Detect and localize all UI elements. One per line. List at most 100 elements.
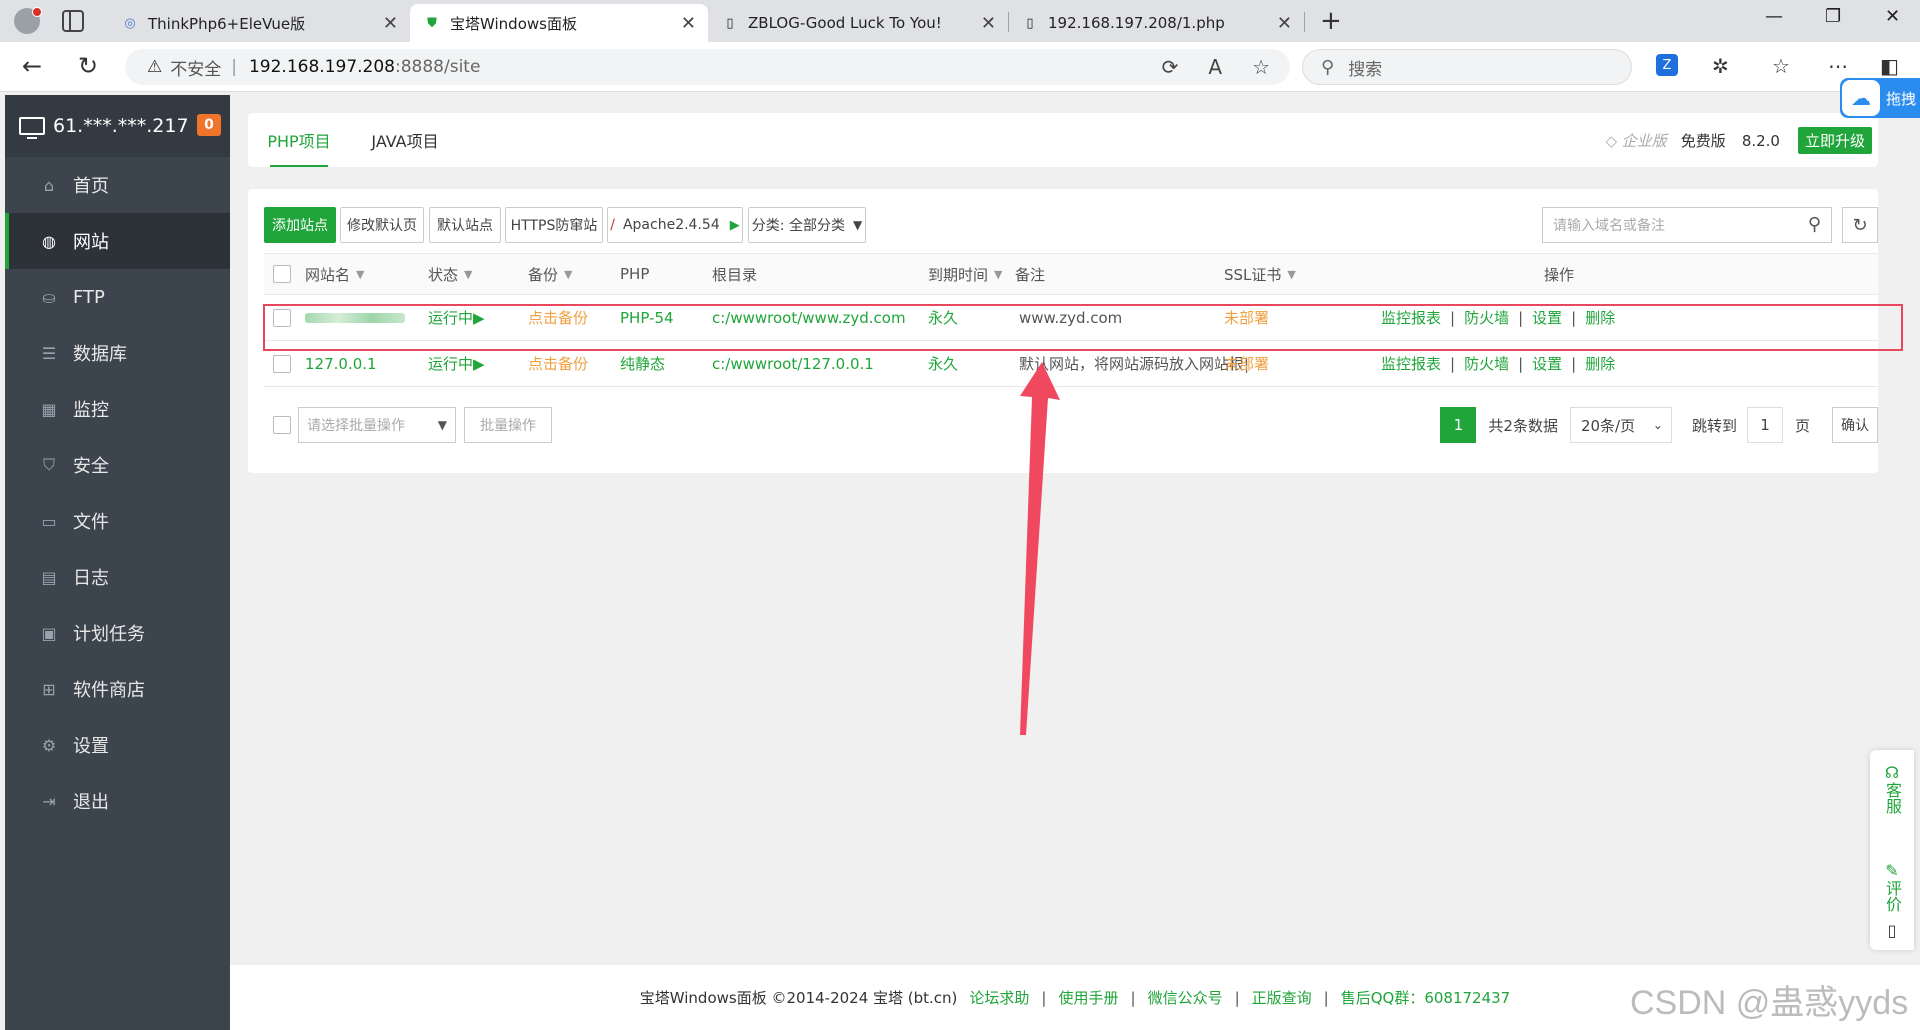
address-toolbar: ← ↻ ⚠ 不安全 | 192.168.197.208 :8888/site ⟳… bbox=[0, 42, 1920, 92]
license-check-link[interactable]: 正版查询 bbox=[1252, 987, 1312, 1008]
edit-default-page-button[interactable]: 修改默认页 bbox=[340, 207, 424, 243]
batch-operation-select[interactable]: 请选择批量操作 ▼ bbox=[298, 407, 456, 443]
sidebar-item-database[interactable]: ☰ 数据库 bbox=[5, 325, 230, 381]
logout-icon: ⇥ bbox=[42, 791, 56, 811]
category-dropdown[interactable]: 分类: 全部分类 ▼ bbox=[748, 207, 866, 243]
read-aloud-icon[interactable]: A bbox=[1208, 55, 1222, 79]
sidebar-item-logout[interactable]: ⇥ 退出 bbox=[5, 773, 230, 829]
column-header-php: PHP bbox=[620, 254, 649, 294]
forum-link[interactable]: 论坛求助 bbox=[969, 987, 1029, 1008]
close-tab-icon[interactable]: ✕ bbox=[383, 13, 398, 34]
manual-link[interactable]: 使用手册 bbox=[1058, 987, 1118, 1008]
column-header-expire[interactable]: 到期时间 ▼ bbox=[928, 254, 1002, 294]
batch-operation-button[interactable]: 批量操作 bbox=[464, 407, 552, 443]
delete-link[interactable]: 删除 bbox=[1585, 353, 1615, 374]
new-tab-icon[interactable]: + bbox=[1320, 6, 1342, 36]
close-tab-icon[interactable]: ✕ bbox=[681, 13, 696, 34]
close-tab-icon[interactable]: ✕ bbox=[1277, 13, 1292, 34]
translate-icon[interactable]: ⟳ bbox=[1162, 55, 1179, 79]
confirm-button[interactable]: 确认 bbox=[1832, 407, 1878, 443]
sidebar-item-security[interactable]: ⛉ 安全 bbox=[5, 437, 230, 493]
column-header-backup[interactable]: 备份 ▼ bbox=[528, 254, 572, 294]
tab-actions-icon[interactable] bbox=[62, 10, 84, 32]
ftp-icon: ⛀ bbox=[42, 287, 56, 307]
profile-avatar[interactable] bbox=[14, 7, 42, 34]
current-page[interactable]: 1 bbox=[1440, 407, 1477, 443]
monitor-report-link[interactable]: 监控报表 bbox=[1381, 353, 1441, 374]
search-placeholder: 请输入域名或备注 bbox=[1553, 218, 1665, 234]
qq-group-link[interactable]: 售后QQ群：608172437 bbox=[1341, 987, 1511, 1008]
url-divider: | bbox=[231, 57, 237, 77]
sidebar-item-label: 网站 bbox=[73, 232, 109, 253]
reload-icon[interactable]: ↻ bbox=[78, 52, 98, 80]
wechat-link[interactable]: 微信公众号 bbox=[1148, 987, 1223, 1008]
refresh-icon[interactable]: ↻ bbox=[1842, 207, 1878, 243]
default-site-button[interactable]: 默认站点 bbox=[429, 207, 501, 243]
url-path: :8888/site bbox=[395, 57, 481, 77]
batch-checkbox[interactable] bbox=[273, 416, 291, 434]
firewall-link[interactable]: 防火墙 bbox=[1464, 353, 1509, 374]
restore-icon[interactable]: ❐ bbox=[1825, 6, 1841, 27]
tab-java-projects[interactable]: JAVA项目 bbox=[350, 113, 460, 167]
button-label: 默认站点 bbox=[437, 218, 493, 234]
sidebar: 61.***.***.217 0 ⌂ 首页 ◍ 网站 ⛀ FTP ☰ 数据库 ▦ 监控 ⛉… bbox=[5, 95, 230, 1030]
customer-service-button[interactable]: ☊ 客服 bbox=[1870, 764, 1914, 815]
column-header-ops: 操作 bbox=[1544, 254, 1574, 294]
column-header-remark: 备注 bbox=[1015, 254, 1045, 294]
sidebar-item-settings[interactable]: ⚙ 设置 bbox=[5, 717, 230, 773]
minimize-icon[interactable]: — bbox=[1765, 6, 1783, 27]
close-tab-icon[interactable]: ✕ bbox=[981, 13, 996, 34]
extensions-puzzle-icon[interactable]: ✲ bbox=[1712, 54, 1729, 78]
sidebar-toggle-icon[interactable]: ◧ bbox=[1880, 54, 1899, 78]
browser-search-box[interactable]: ⚲ 搜索 bbox=[1302, 49, 1632, 85]
upgrade-button[interactable]: 立即升级 bbox=[1797, 127, 1872, 154]
column-header-status[interactable]: 状态 ▼ bbox=[428, 254, 472, 294]
header-label: 到期时间 bbox=[928, 265, 989, 284]
sidebar-item-label: 软件商店 bbox=[73, 680, 145, 701]
sidebar-item-files[interactable]: ▭ 文件 bbox=[5, 493, 230, 549]
extension-icon[interactable]: Z bbox=[1656, 54, 1678, 76]
back-icon[interactable]: ← bbox=[22, 52, 42, 80]
sidebar-item-monitor[interactable]: ▦ 监控 bbox=[5, 381, 230, 437]
favorite-star-icon[interactable]: ☆ bbox=[1252, 55, 1270, 79]
column-header-name[interactable]: 网站名 ▼ bbox=[305, 254, 364, 294]
tab-php-projects[interactable]: PHP项目 bbox=[248, 113, 350, 167]
sidebar-item-website[interactable]: ◍ 网站 bbox=[5, 213, 230, 269]
browser-tab[interactable]: ▯ ZBLOG-Good Luck To You! ✕ bbox=[708, 4, 1008, 42]
sidebar-item-ftp[interactable]: ⛀ FTP bbox=[5, 269, 230, 325]
browser-tab-active[interactable]: ⛊ 宝塔Windows面板 ✕ bbox=[410, 4, 708, 42]
review-button[interactable]: ✎ 评价 bbox=[1870, 862, 1914, 913]
search-icon[interactable]: ⚲ bbox=[1808, 214, 1821, 235]
url-bar[interactable]: ⚠ 不安全 | 192.168.197.208 :8888/site ⟳ A ☆ bbox=[125, 49, 1290, 85]
chevron-down-icon: ▼ bbox=[437, 418, 447, 432]
sidebar-item-logs[interactable]: ▤ 日志 bbox=[5, 549, 230, 605]
sort-icon: ▼ bbox=[1287, 267, 1296, 281]
sidebar-item-label: 文件 bbox=[73, 512, 109, 533]
sidebar-item-store[interactable]: ⊞ 软件商店 bbox=[5, 661, 230, 717]
favorites-icon[interactable]: ☆ bbox=[1772, 54, 1790, 78]
header-label: 备份 bbox=[528, 265, 559, 284]
sidebar-item-home[interactable]: ⌂ 首页 bbox=[5, 157, 230, 213]
settings-link[interactable]: 设置 bbox=[1532, 353, 1562, 374]
enterprise-badge[interactable]: ◇ 企业版 bbox=[1605, 130, 1666, 151]
page-size-select[interactable]: 20条/页 ⌄ bbox=[1569, 407, 1672, 443]
book-icon[interactable]: ▯ bbox=[1870, 922, 1914, 940]
sidebar-item-label: FTP bbox=[73, 286, 105, 308]
dropdown-value: 分类: 全部分类 bbox=[751, 218, 845, 234]
browser-tab[interactable]: ▯ 192.168.197.208/1.php ✕ bbox=[1008, 4, 1304, 42]
https-guard-button[interactable]: HTTPS防窜站 bbox=[505, 207, 603, 243]
monitor-icon: ▦ bbox=[41, 399, 57, 419]
select-all-checkbox[interactable] bbox=[273, 254, 291, 294]
sidebar-item-cron[interactable]: ▣ 计划任务 bbox=[5, 605, 230, 661]
column-header-ssl[interactable]: SSL证书 ▼ bbox=[1224, 254, 1296, 294]
domain-search-input[interactable]: 请输入域名或备注 ⚲ bbox=[1542, 207, 1832, 243]
more-menu-icon[interactable]: ⋯ bbox=[1828, 54, 1848, 78]
apache-service-button[interactable]: / Apache2.4.54 ▶ bbox=[607, 207, 743, 243]
cloud-drag-widget[interactable]: ☁ 拖拽 bbox=[1840, 78, 1920, 118]
page-number-input[interactable]: 1 bbox=[1746, 407, 1783, 443]
search-icon: ⚲ bbox=[1321, 56, 1335, 78]
notification-badge[interactable]: 0 bbox=[197, 114, 221, 136]
add-site-button[interactable]: 添加站点 bbox=[264, 207, 336, 243]
browser-tab[interactable]: ◎ ThinkPhp6+EleVue版 ✕ bbox=[108, 4, 410, 42]
close-window-icon[interactable]: ✕ bbox=[1885, 6, 1900, 27]
